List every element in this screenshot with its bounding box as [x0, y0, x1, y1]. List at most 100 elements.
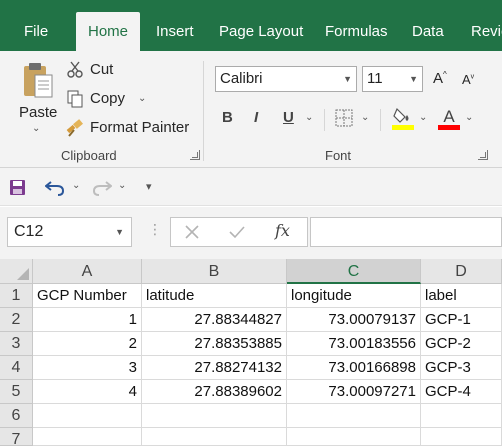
tab-formulas[interactable]: Formulas: [325, 0, 388, 51]
increase-font-size-icon[interactable]: A^: [433, 70, 447, 87]
fill-color-dropdown-icon[interactable]: ⌄: [419, 112, 427, 123]
customize-qat-icon[interactable]: ▾: [146, 180, 152, 193]
font-color-icon[interactable]: A: [438, 106, 460, 130]
enter-check-icon[interactable]: [229, 225, 245, 239]
redo-icon[interactable]: [92, 179, 112, 196]
column-header-d[interactable]: D: [421, 259, 502, 284]
name-box-value: C12: [14, 223, 44, 240]
row-header[interactable]: 4: [0, 356, 33, 380]
borders-dropdown-icon[interactable]: ⌄: [361, 112, 369, 123]
fill-color-icon[interactable]: [392, 106, 414, 130]
clipboard-launcher-icon[interactable]: [190, 150, 200, 160]
redo-dropdown-icon[interactable]: ⌄: [118, 180, 126, 191]
spreadsheet-grid: A B C D 1 GCP Number latitude longitude …: [0, 259, 502, 446]
cell-b5[interactable]: 27.88389602: [142, 380, 287, 404]
paste-icon: [24, 63, 53, 98]
cell-a5[interactable]: 4: [33, 380, 142, 404]
tab-file[interactable]: File: [24, 0, 48, 51]
cell-a4[interactable]: 3: [33, 356, 142, 380]
underline-button[interactable]: U: [283, 109, 294, 126]
cell-c2[interactable]: 73.00079137: [287, 308, 421, 332]
copy-icon: [67, 90, 83, 108]
cell-b7[interactable]: [142, 428, 287, 446]
cell-a3[interactable]: 2: [33, 332, 142, 356]
column-header-b[interactable]: B: [142, 259, 287, 284]
cell-a6[interactable]: [33, 404, 142, 428]
underline-dropdown-icon[interactable]: ⌄: [305, 112, 313, 123]
divider: [324, 109, 325, 131]
select-all-button[interactable]: [0, 259, 33, 284]
cell-d1[interactable]: label: [421, 284, 502, 308]
row-header[interactable]: 3: [0, 332, 33, 356]
paste-dropdown-icon[interactable]: ⌄: [32, 123, 40, 134]
undo-dropdown-icon[interactable]: ⌄: [72, 180, 80, 191]
tab-review[interactable]: Revie: [471, 0, 502, 51]
row-header[interactable]: 7: [0, 428, 33, 446]
cell-c3[interactable]: 73.00183556: [287, 332, 421, 356]
format-painter-label: Format Painter: [90, 119, 190, 136]
formula-bar: C12 ▼ ⋮ fx: [0, 207, 502, 259]
chevron-down-icon: ▼: [115, 227, 124, 237]
cell-d4[interactable]: GCP-3: [421, 356, 502, 380]
column-header-a[interactable]: A: [33, 259, 142, 284]
save-icon[interactable]: [9, 179, 26, 196]
divider: [380, 109, 381, 131]
cell-c6[interactable]: [287, 404, 421, 428]
ribbon-tab-bar: File Home Insert Page Layout Formulas Da…: [0, 0, 502, 51]
copy-dropdown-icon[interactable]: ⌄: [138, 93, 146, 104]
cell-c5[interactable]: 73.00097271: [287, 380, 421, 404]
cell-d3[interactable]: GCP-2: [421, 332, 502, 356]
cell-d5[interactable]: GCP-4: [421, 380, 502, 404]
cell-b1[interactable]: latitude: [142, 284, 287, 308]
group-divider: [203, 61, 204, 161]
cell-d6[interactable]: [421, 404, 502, 428]
paste-label: Paste: [19, 104, 58, 121]
cell-c7[interactable]: [287, 428, 421, 446]
cell-d7[interactable]: [421, 428, 502, 446]
decrease-font-size-icon[interactable]: Av: [462, 72, 474, 87]
tab-home[interactable]: Home: [76, 12, 141, 51]
scissors-icon: [67, 61, 83, 78]
formula-bar-grip-icon[interactable]: ⋮: [148, 221, 162, 238]
copy-label: Copy: [90, 90, 126, 107]
formula-buttons: fx: [170, 217, 308, 247]
font-color-dropdown-icon[interactable]: ⌄: [465, 112, 473, 123]
cell-d2[interactable]: GCP-1: [421, 308, 502, 332]
format-painter-icon: [66, 119, 83, 137]
clipboard-group-label: Clipboard: [61, 148, 117, 163]
undo-icon[interactable]: [45, 179, 65, 196]
font-size-box[interactable]: 11 ▼: [362, 66, 423, 92]
cell-a7[interactable]: [33, 428, 142, 446]
cell-a2[interactable]: 1: [33, 308, 142, 332]
font-name-value: Calibri: [220, 70, 263, 87]
cell-b2[interactable]: 27.88344827: [142, 308, 287, 332]
cell-b4[interactable]: 27.88274132: [142, 356, 287, 380]
cell-c4[interactable]: 73.00166898: [287, 356, 421, 380]
font-name-box[interactable]: Calibri ▼: [215, 66, 357, 92]
cell-b6[interactable]: [142, 404, 287, 428]
row-header[interactable]: 2: [0, 308, 33, 332]
formula-input[interactable]: [310, 217, 502, 247]
insert-function-button[interactable]: fx: [275, 221, 290, 240]
row-header[interactable]: 5: [0, 380, 33, 404]
cell-a1[interactable]: GCP Number: [33, 284, 142, 308]
tab-page-layout[interactable]: Page Layout: [219, 0, 303, 51]
font-group-label: Font: [325, 148, 352, 163]
row-header[interactable]: 1: [0, 284, 33, 308]
cancel-icon[interactable]: [185, 225, 199, 239]
borders-icon[interactable]: [335, 109, 353, 127]
bold-button[interactable]: B: [222, 109, 233, 126]
cell-b3[interactable]: 27.88353885: [142, 332, 287, 356]
name-box[interactable]: C12 ▼: [7, 217, 132, 247]
svg-text:A: A: [443, 107, 455, 126]
chevron-down-icon: ▼: [343, 74, 352, 84]
cut-label: Cut: [90, 61, 114, 78]
italic-button[interactable]: I: [254, 109, 258, 126]
tab-insert[interactable]: Insert: [156, 0, 194, 51]
row-header[interactable]: 6: [0, 404, 33, 428]
chevron-down-icon: ▼: [409, 74, 418, 84]
font-launcher-icon[interactable]: [478, 150, 488, 160]
cell-c1[interactable]: longitude: [287, 284, 421, 308]
column-header-c[interactable]: C: [287, 259, 421, 284]
tab-data[interactable]: Data: [412, 0, 444, 51]
